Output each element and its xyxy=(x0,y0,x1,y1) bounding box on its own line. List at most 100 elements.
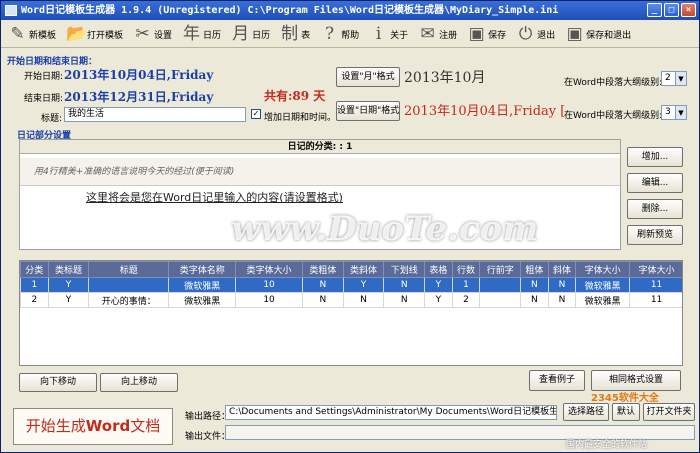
info-icon: i xyxy=(375,23,382,44)
toolbar-button-8[interactable]: ✉ 注册 xyxy=(415,22,460,46)
end-date-value[interactable]: 2013年12月31日,Friday xyxy=(64,88,213,105)
table-row[interactable]: 1 Y 微软雅黑 10 N Y N Y 1 N N 微软雅黑 11 xyxy=(20,277,682,293)
new-template-icon: ✎ xyxy=(10,23,25,44)
refresh-preview-button[interactable]: 刷新预览 xyxy=(627,225,683,245)
generate-label-1: 开始生成 xyxy=(25,417,86,435)
toolbar-button-0[interactable]: ✎ 新模板 xyxy=(5,22,59,46)
default-path-button[interactable]: 默认 xyxy=(612,403,640,421)
table-cell: Y xyxy=(47,277,90,293)
title-input[interactable]: 我的生活 xyxy=(64,107,246,122)
table-cell: 2 xyxy=(20,292,49,308)
column-header[interactable]: 下划线 xyxy=(383,261,426,278)
hint-text: 用4行精美+准确的语言说明今天的经过(便于阅读) xyxy=(20,158,620,186)
move-up-button[interactable]: 向上移动 xyxy=(100,373,178,392)
toolbar-button-7[interactable]: i 关于 xyxy=(366,22,411,46)
move-down-button[interactable]: 向下移动 xyxy=(19,373,97,392)
table-cell: N xyxy=(301,292,344,308)
toolbar-button-11[interactable]: ▣ 保存和退出 xyxy=(562,22,634,46)
same-format-button[interactable]: 相同格式设置 xyxy=(591,370,681,391)
table-cell xyxy=(479,277,522,293)
month-format-button[interactable]: 设置"月"格式 xyxy=(336,67,400,87)
table-cell: N xyxy=(383,277,426,293)
table-cell: N xyxy=(342,292,385,308)
add-category-button[interactable]: 增加... xyxy=(627,147,683,167)
outline-level-label-1: 在Word中段落大纲级别: xyxy=(564,78,663,88)
open-folder-button[interactable]: 打开文件夹 xyxy=(643,403,695,421)
toolbar-button-10[interactable]: ⏻ 退出 xyxy=(513,22,558,46)
toolbar-label: 表 xyxy=(301,30,311,41)
table-cell: N xyxy=(383,292,426,308)
toolbar-button-9[interactable]: ▣ 保存 xyxy=(464,22,509,46)
column-header[interactable]: 行前字 xyxy=(479,261,522,278)
table-cell: N xyxy=(547,277,577,293)
generate-label-3: 文档 xyxy=(130,417,161,435)
table-cell: 10 xyxy=(235,292,303,308)
table-cell: 微软雅黑 xyxy=(168,292,237,308)
corner-sub: 国内最安全的软件站 xyxy=(566,440,648,450)
toolbar-button-2[interactable]: ✂ 设置 xyxy=(130,22,175,46)
table-icon: 制 xyxy=(281,23,299,44)
table-cell: 11 xyxy=(629,292,682,308)
outline-level-select-2[interactable]: 3 ▼ xyxy=(661,105,687,120)
close-button[interactable]: × xyxy=(681,3,696,17)
column-header[interactable]: 类粗体 xyxy=(301,261,344,278)
choose-path-button[interactable]: 选择路径 xyxy=(563,403,609,421)
column-header[interactable]: 行数 xyxy=(451,261,481,278)
maximize-button[interactable]: □ xyxy=(664,3,679,17)
toolbar-label: 保存 xyxy=(488,30,507,41)
toolbar-label: 帮助 xyxy=(341,30,360,41)
toolbar-label: 新模板 xyxy=(29,30,57,41)
column-header[interactable]: 类标题 xyxy=(47,261,90,278)
column-header[interactable]: 字体大小 xyxy=(575,261,631,278)
toolbar-button-1[interactable]: 📂 打开模板 xyxy=(63,22,126,46)
column-header[interactable]: 粗体 xyxy=(520,261,549,278)
start-date-value[interactable]: 2013年10月04日,Friday xyxy=(64,66,213,83)
column-header[interactable]: 类斜体 xyxy=(342,261,385,278)
table-cell: N xyxy=(547,292,577,308)
column-header[interactable]: 类字体大小 xyxy=(235,261,303,278)
column-header[interactable]: 分类 xyxy=(20,261,49,278)
category-table: 分类 类标题 标题 类字体名称 类字体大小 类粗体 类斜体 下划线 表格 行数 行前字 粗体 斜体 字体大… xyxy=(19,260,683,366)
table-cell: 微软雅黑 xyxy=(575,292,631,308)
table-cell: Y xyxy=(47,292,90,308)
generate-word-button[interactable]: 开始生成Word文档 xyxy=(13,408,173,445)
app-icon xyxy=(5,5,17,16)
table-row[interactable]: 2 Y 开心的事情： 微软雅黑 10 N N N Y 2 N N 微软雅黑 11 xyxy=(20,292,682,308)
category-header: 日记的分类: : 1 xyxy=(20,140,620,154)
day-format-preview: 2013年10月04日,Friday [ xyxy=(404,104,566,119)
toolbar-button-4[interactable]: 月日历 xyxy=(228,22,273,46)
outline-level-select-1[interactable]: 2 ▼ xyxy=(661,71,687,86)
output-path-input[interactable]: C:\Documents and Settings\Administrator\… xyxy=(225,405,557,420)
table-cell: 2 xyxy=(451,292,481,308)
register-icon: ✉ xyxy=(420,23,435,44)
toolbar-button-3[interactable]: 年日历 xyxy=(179,22,224,46)
column-header[interactable]: 表格 xyxy=(424,261,453,278)
column-header[interactable]: 字体大小 xyxy=(629,261,682,278)
table-cell: Y xyxy=(424,277,453,293)
table-cell: 开心的事情： xyxy=(88,292,170,308)
table-cell: 1 xyxy=(451,277,481,293)
open-folder-icon: 📂 xyxy=(66,23,88,44)
output-path-label: 输出路径： xyxy=(185,412,231,422)
corner-brand: 2345软件大全 xyxy=(591,393,659,404)
toolbar: ✎ 新模板 📂 打开模板 ✂ 设置年日历月日历制表? 帮助 i 关于 ✉ 注册 ▣ 保存 ⏻ 退出 ▣ 保存和退… xyxy=(1,21,699,48)
view-example-button[interactable]: 查看例子 xyxy=(529,370,585,391)
table-cell: 11 xyxy=(629,277,682,293)
start-date-label: 开始日期: xyxy=(24,72,64,82)
column-header[interactable]: 斜体 xyxy=(547,261,577,278)
outline-level-value-1: 2 xyxy=(665,73,671,83)
chevron-down-icon: ▼ xyxy=(675,106,686,119)
edit-category-button[interactable]: 编辑... xyxy=(627,173,683,193)
column-header[interactable]: 标题 xyxy=(88,261,170,278)
add-date-checkbox[interactable]: ✓ xyxy=(251,109,261,119)
day-format-button[interactable]: 设置"日期"格式 xyxy=(336,101,400,121)
table-cell: Y xyxy=(342,277,385,293)
settings-icon: ✂ xyxy=(135,23,150,44)
column-header[interactable]: 类字体名称 xyxy=(168,261,237,278)
toolbar-button-6[interactable]: ? 帮助 xyxy=(317,22,362,46)
delete-category-button[interactable]: 删除... xyxy=(627,199,683,219)
minimize-button[interactable]: _ xyxy=(647,3,662,17)
exit-icon: ⏻ xyxy=(518,23,533,44)
add-date-label: 增加日期和时间。 xyxy=(264,113,337,123)
toolbar-button-5[interactable]: 制表 xyxy=(277,22,313,46)
